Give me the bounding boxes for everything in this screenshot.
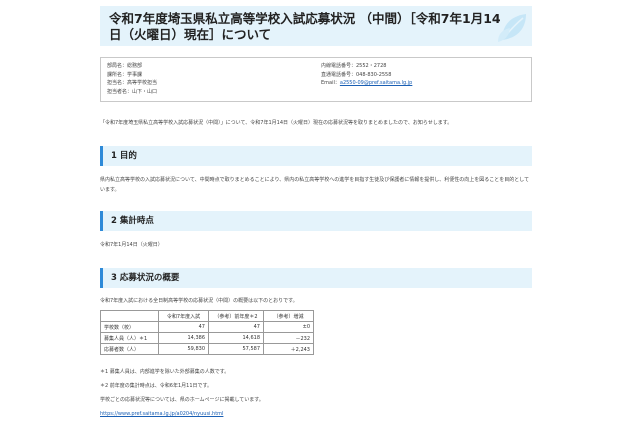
section-heading-tally-date: 2 集計時点 xyxy=(100,211,532,231)
table-cell: 募集人員（人）＊1 xyxy=(100,332,159,344)
leaf-decoration-icon xyxy=(498,14,526,42)
page-header: 令和7年度埼玉県私立高等学校入試応募状況 （中間）［令和7年1月14日（火曜日）… xyxy=(100,6,532,46)
section-heading-label: 2 集計時点 xyxy=(111,216,154,226)
table-row: 応募者数（人） 59,830 57,587 ＋2,243 xyxy=(100,343,314,355)
table-header-change: （参考）増減 xyxy=(263,310,314,322)
purpose-text: 県内私立高等学校の入試応募状況について、中間時点で取りまとめることにより、県内の… xyxy=(100,177,530,193)
table-cell: 14,618 xyxy=(208,332,264,344)
table-cell: 14,386 xyxy=(158,332,209,344)
prefecture-url-link[interactable]: https://www.pref.saitama.lg.jp/a0204/nyu… xyxy=(100,411,223,417)
table-row: 学校数（校） 47 47 ±0 xyxy=(100,321,314,333)
school-status-note: 学校ごとの応募状況等については、県のホームページに掲載しています。 xyxy=(100,397,264,403)
section-heading-purpose: 1 目的 xyxy=(100,146,532,166)
section-heading-label: 3 応募状況の概要 xyxy=(111,273,180,283)
division-name: 課所名：学事課 xyxy=(107,71,143,78)
application-stats-table: 令和7年度入試 （参考）前年度＊2 （参考）増減 学校数（校） 47 47 ±0… xyxy=(100,310,314,355)
email-link[interactable]: a2550-09@pref.saitama.lg.jp xyxy=(340,80,412,86)
table-cell: 47 xyxy=(158,321,209,333)
section-heading-overview: 3 応募状況の概要 xyxy=(100,268,532,288)
table-header-previous-year: （参考）前年度＊2 xyxy=(208,310,264,322)
section-heading-label: 1 目的 xyxy=(111,151,137,161)
table-header-current-year: 令和7年度入試 xyxy=(158,310,209,322)
table-cell: ±0 xyxy=(263,321,314,333)
table-header-row: 令和7年度入試 （参考）前年度＊2 （参考）増減 xyxy=(100,310,314,322)
email-row: Email：a2550-09@pref.saitama.lg.jp xyxy=(321,79,412,88)
footnote-2: ＊2 前年度の集計時点は、令和6年1月11日です。 xyxy=(100,383,212,389)
footnote-1: ＊1 募集人員は、内部進学を除いた外部募集の人数です。 xyxy=(100,369,230,375)
tally-date-text: 令和7年1月14日（火曜日） xyxy=(100,242,163,248)
table-cell: ＋2,243 xyxy=(263,343,314,355)
prefecture-url-paragraph: https://www.pref.saitama.lg.jp/a0204/nyu… xyxy=(100,410,532,420)
extension-phone: 内線電話番号：2552・2728 xyxy=(321,63,387,69)
contact-info-box: 部局名：総務部 課所名：学事課 担当名：高等学校担当 担当者名：山下・山口 内線… xyxy=(100,57,532,102)
intro-text: 「令和7年度埼玉県私立高等学校入試応募状況（中間）」について、令和7年1月14日… xyxy=(100,120,453,126)
table-header-blank xyxy=(100,310,159,322)
page-title: 令和7年度埼玉県私立高等学校入試応募状況 （中間）［令和7年1月14日（火曜日）… xyxy=(109,11,501,42)
table-cell: 47 xyxy=(208,321,264,333)
contact-person: 担当者名：山下・山口 xyxy=(107,88,158,95)
email-label: Email： xyxy=(321,80,340,86)
department-name: 部局名：総務部 xyxy=(107,63,143,69)
table-row: 募集人員（人）＊1 14,386 14,618 －232 xyxy=(100,332,314,344)
direct-phone: 直通電話番号：048-830-2558 xyxy=(321,71,392,78)
section-name: 担当名：高等学校担当 xyxy=(107,80,158,86)
table-cell: 応募者数（人） xyxy=(100,343,159,355)
table-cell: －232 xyxy=(263,332,314,344)
contact-info-left: 部局名：総務部 課所名：学事課 担当名：高等学校担当 担当者名：山下・山口 xyxy=(107,62,157,96)
table-cell: 57,587 xyxy=(208,343,264,355)
table-cell: 学校数（校） xyxy=(100,321,159,333)
contact-info-right: 内線電話番号：2552・2728 直通電話番号：048-830-2558 Ema… xyxy=(321,62,412,88)
overview-text: 令和7年度入試における全日制高等学校の応募状況（中間）の概要は以下のとおりです。 xyxy=(100,298,298,304)
table-cell: 59,830 xyxy=(158,343,209,355)
